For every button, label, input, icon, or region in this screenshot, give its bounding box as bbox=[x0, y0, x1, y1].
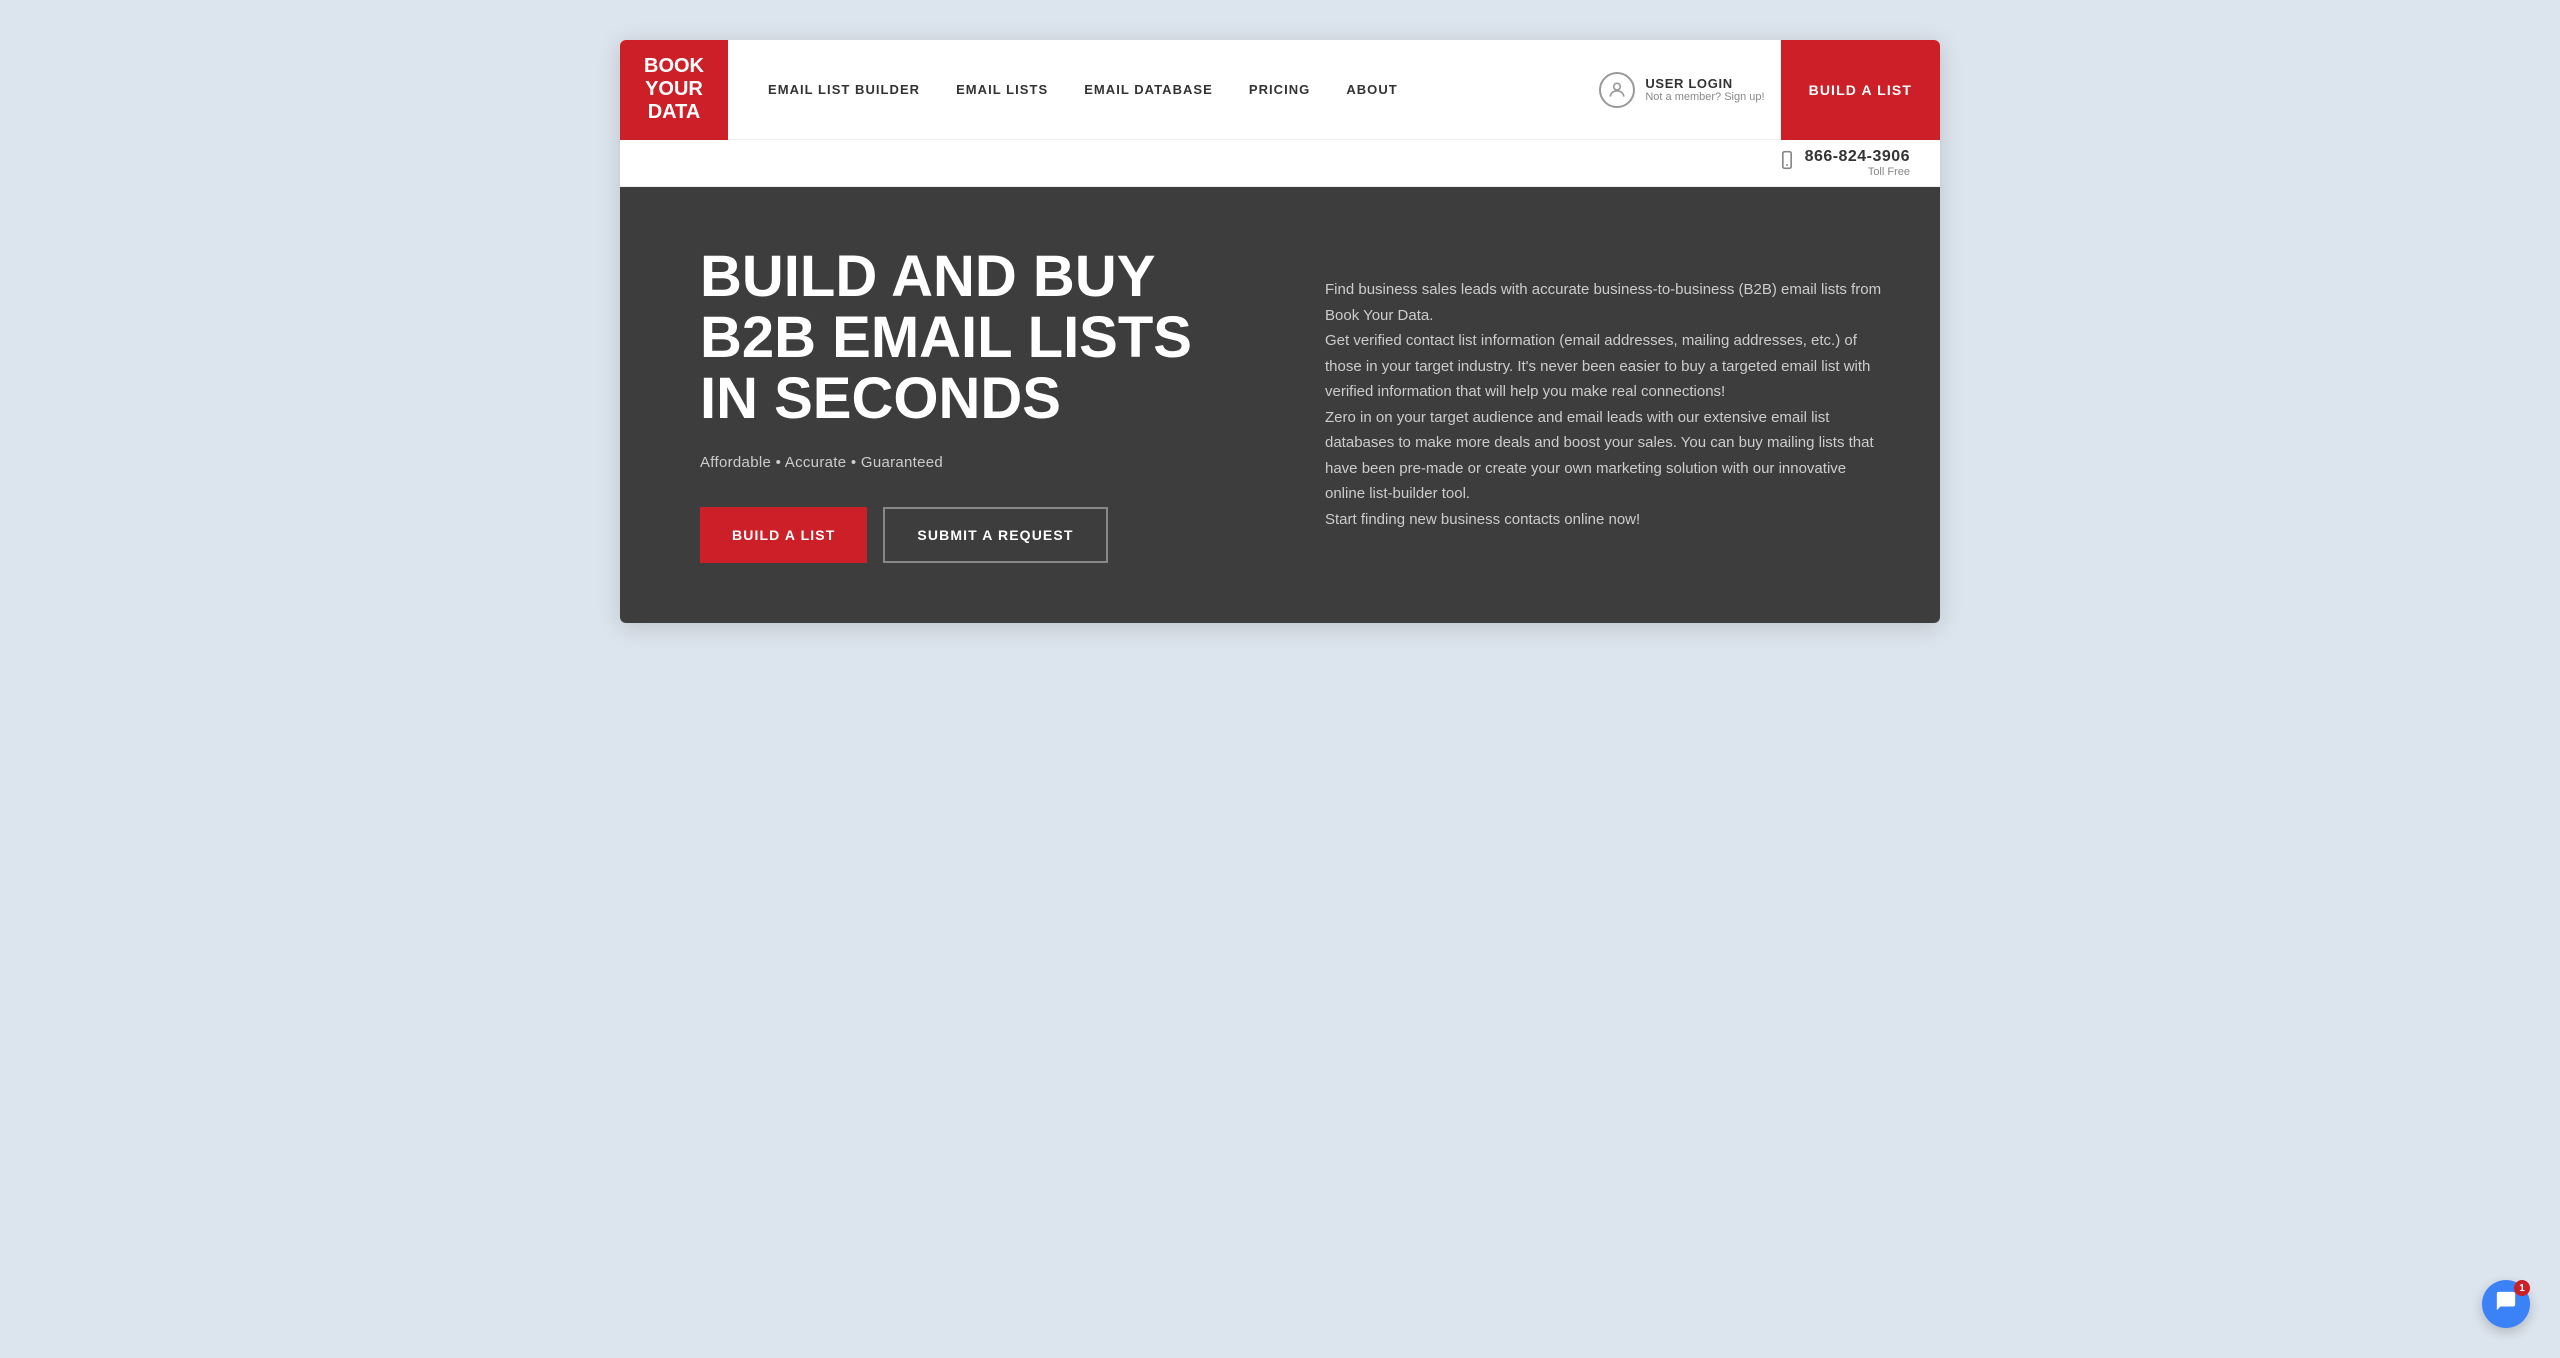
user-login-text: USER LOGIN Not a member? Sign up! bbox=[1645, 76, 1764, 103]
hero-build-list-button[interactable]: BUILD A LIST bbox=[700, 507, 867, 563]
nav-email-list-builder[interactable]: EMAIL LIST BUILDER bbox=[768, 82, 920, 97]
phone-bar: 866-824-3906 Toll Free bbox=[620, 140, 1940, 187]
navbar: BOOK YOUR DATA EMAIL LIST BUILDER EMAIL … bbox=[620, 40, 1940, 140]
logo-text: BOOK YOUR DATA bbox=[644, 55, 704, 124]
browser-window: BOOK YOUR DATA EMAIL LIST BUILDER EMAIL … bbox=[620, 40, 1940, 623]
hero-title: BUILD AND BUYB2B EMAIL LISTSIN SECONDS bbox=[700, 247, 1265, 430]
hero-tagline: Affordable • Accurate • Guaranteed bbox=[700, 454, 1265, 471]
phone-number: 866-824-3906 bbox=[1805, 148, 1910, 166]
user-icon bbox=[1599, 72, 1635, 108]
phone-info: 866-824-3906 Toll Free bbox=[1805, 148, 1910, 178]
hero-left: BUILD AND BUYB2B EMAIL LISTSIN SECONDS A… bbox=[700, 247, 1265, 563]
user-login-sub: Not a member? Sign up! bbox=[1645, 91, 1764, 103]
hero-buttons: BUILD A LIST SUBMIT A REQUEST bbox=[700, 507, 1265, 563]
nav-links: EMAIL LIST BUILDER EMAIL LISTS EMAIL DAT… bbox=[768, 82, 1599, 97]
phone-icon bbox=[1777, 150, 1797, 176]
nav-right: USER LOGIN Not a member? Sign up! BUILD … bbox=[1599, 40, 1910, 140]
chat-icon bbox=[2495, 1290, 2517, 1318]
nav-about[interactable]: ABOUT bbox=[1346, 82, 1397, 97]
nav-email-lists[interactable]: EMAIL LISTS bbox=[956, 82, 1048, 97]
nav-pricing[interactable]: PRICING bbox=[1249, 82, 1310, 97]
nav-email-database[interactable]: EMAIL DATABASE bbox=[1084, 82, 1213, 97]
chat-badge: 1 bbox=[2514, 1280, 2530, 1296]
user-login-title: USER LOGIN bbox=[1645, 76, 1764, 91]
phone-label: Toll Free bbox=[1868, 166, 1910, 178]
user-login-area[interactable]: USER LOGIN Not a member? Sign up! bbox=[1599, 72, 1764, 108]
header-build-list-button[interactable]: BUILD A LIST bbox=[1781, 40, 1940, 140]
hero-description: Find business sales leads with accurate … bbox=[1325, 277, 1890, 532]
hero-desc-text: Find business sales leads with accurate … bbox=[1325, 277, 1890, 532]
hero-submit-request-button[interactable]: SUBMIT A REQUEST bbox=[883, 507, 1107, 563]
hero-section: BUILD AND BUYB2B EMAIL LISTSIN SECONDS A… bbox=[620, 187, 1940, 623]
chat-button[interactable]: 1 bbox=[2482, 1280, 2530, 1328]
logo[interactable]: BOOK YOUR DATA bbox=[620, 40, 728, 140]
